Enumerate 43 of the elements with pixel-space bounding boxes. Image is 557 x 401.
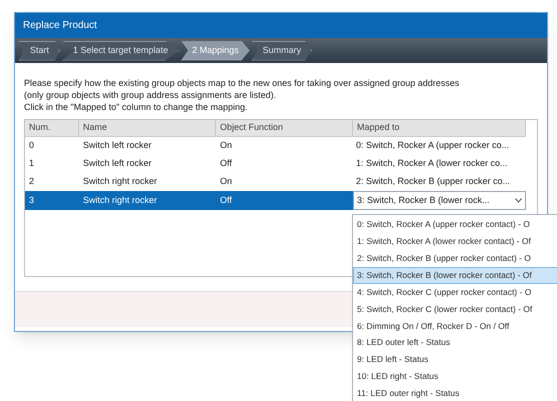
wizard-step[interactable]: Start <box>19 40 60 60</box>
column-header[interactable]: Object Function <box>216 120 353 136</box>
table-cell-text: Switch right rocker <box>82 175 158 188</box>
column-header[interactable]: Num. <box>25 120 79 136</box>
dropdown-option[interactable]: 5: Switch, Rocker C (lower rocker contact) - Of <box>353 300 557 318</box>
dropdown-option[interactable]: 10: LED right - Status <box>353 368 557 386</box>
column-header[interactable]: Mapped to <box>353 120 526 136</box>
table-cell-text: 2 <box>28 175 36 188</box>
window-title: Replace Product <box>23 19 97 33</box>
instruction-text: (only group objects with group address assignments are listed). <box>24 89 278 101</box>
column-header[interactable]: Name <box>79 120 216 136</box>
table-cell-text: Switch left rocker <box>82 157 153 170</box>
dropdown-option[interactable]: 4: Switch, Rocker C (upper rocker contact) - O <box>353 284 557 301</box>
table-row[interactable]: 3 Switch right rocker Off 3: Switch, Rocker B (lower rock... <box>25 191 526 210</box>
dropdown-option[interactable]: 6: Dimming On / Off, Rocker D - On / Off <box>353 317 557 334</box>
table-cell-text: Off <box>219 194 233 207</box>
table-row[interactable]: 2 Switch right rocker On 2: Switch, Rocker B (upper rocker co... <box>25 173 526 191</box>
dropdown-option[interactable]: 11: LED outer right - Status <box>353 385 557 401</box>
table-row[interactable]: 1 Switch left rocker Off 1: Switch, Rocker A (lower rocker co... <box>25 155 526 173</box>
table-cell-text: On <box>219 139 234 152</box>
table-cell-text: Switch right rocker <box>82 194 158 207</box>
table-cell-text: 3 <box>28 194 36 207</box>
mapping-combobox[interactable]: 3: Switch, Rocker B (lower rock... <box>353 191 526 210</box>
table-cell-text: 0: Switch, Rocker A (upper rocker co... <box>355 139 510 152</box>
dropdown-option[interactable]: 3: Switch, Rocker B (lower rocker contact) - Of <box>353 266 557 284</box>
table-row[interactable]: 0 Switch left rocker On 0: Switch, Rocker A (upper rocker co... <box>25 137 526 155</box>
dropdown-option[interactable]: 9: LED left - Status <box>353 351 557 368</box>
dropdown-option[interactable]: 0: Switch, Rocker A (upper rocker contact) - O <box>353 216 557 233</box>
table-cell-text: Off <box>219 157 233 170</box>
table-cell-text: 0 <box>28 139 36 152</box>
wizard-step[interactable]: 1 Select target template <box>62 40 180 60</box>
dropdown-option[interactable]: 8: LED outer left - Status <box>353 334 557 352</box>
table-cell-text: On <box>219 175 234 188</box>
instruction-text: Click in the "Mapped to" column to change the mapping. <box>24 101 249 113</box>
table-cell-text: 2: Switch, Rocker B (upper rocker co... <box>355 175 512 188</box>
wizard-step[interactable]: Summary <box>252 40 312 60</box>
dropdown-option[interactable]: 1: Switch, Rocker A (lower rocker contact) - Of <box>353 232 557 250</box>
table-cell-text: 1 <box>28 157 36 170</box>
dropdown-option[interactable]: 2: Switch, Rocker B (upper rocker contact) - O <box>353 250 557 267</box>
caret-icon <box>515 198 522 203</box>
table-cell-text: Switch left rocker <box>82 139 153 152</box>
instruction-text: Please specify how the existing group objects map to the new ones for taking over assigned group addresses <box>24 77 460 89</box>
table-cell-text: 1: Switch, Rocker A (lower rocker co... <box>355 157 509 170</box>
